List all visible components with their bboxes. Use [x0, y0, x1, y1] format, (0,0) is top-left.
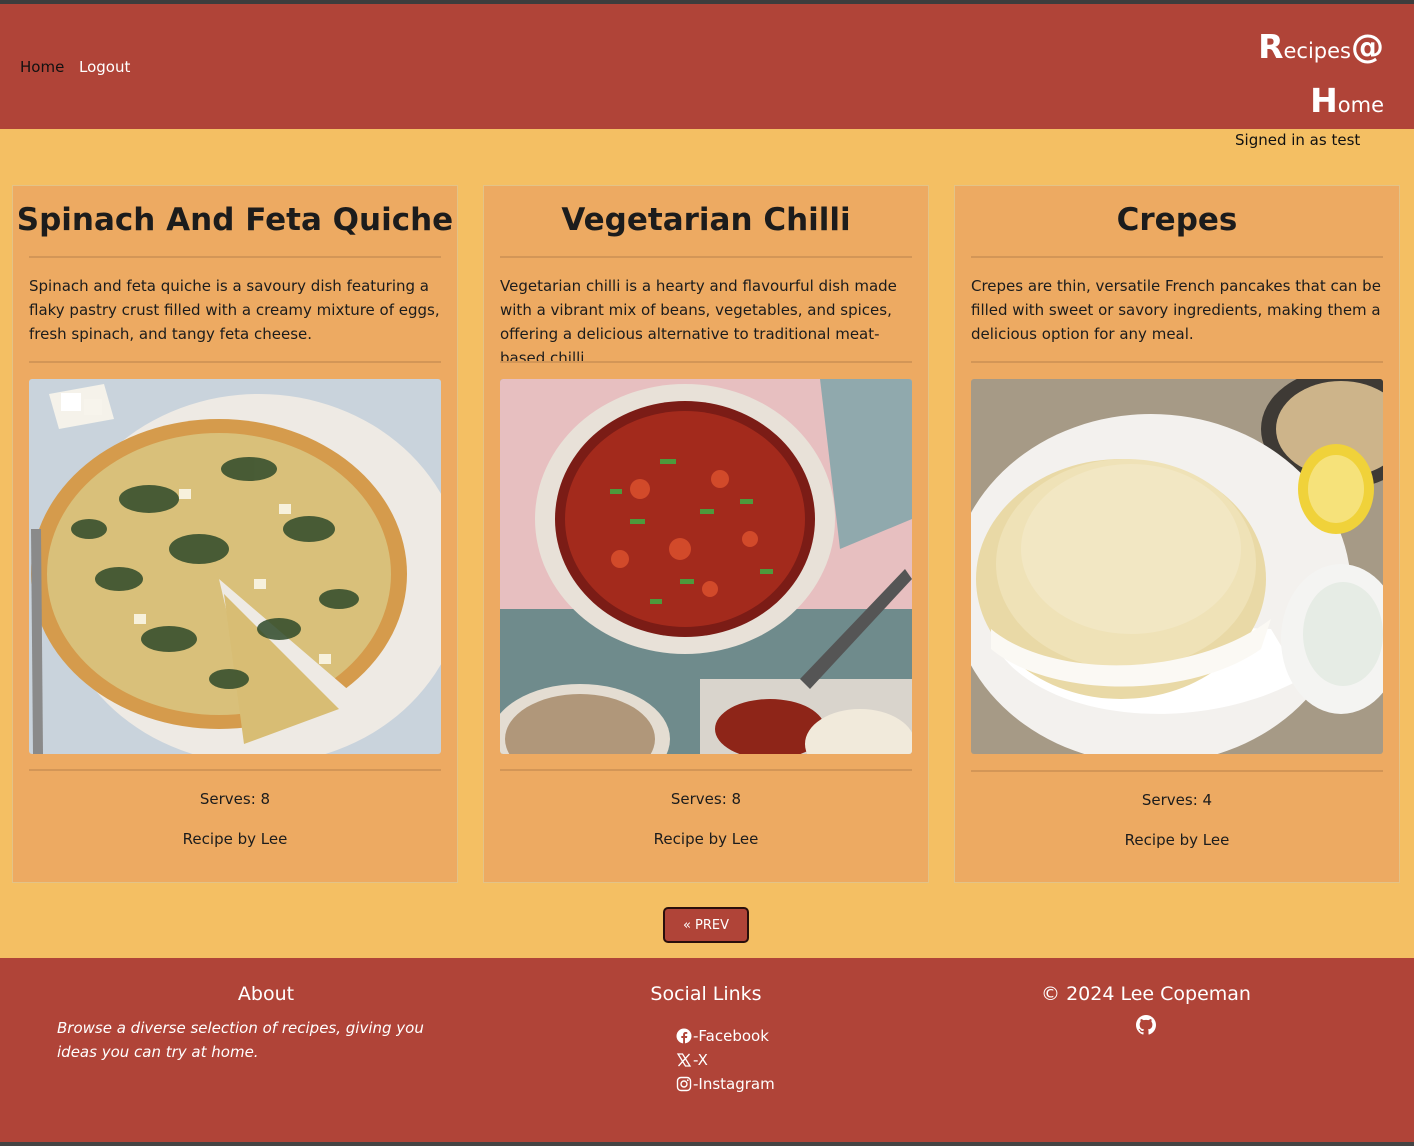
facebook-link[interactable]: -Facebook	[676, 1027, 769, 1045]
divider	[29, 256, 441, 258]
divider	[971, 256, 1383, 258]
github-link[interactable]	[1136, 1015, 1156, 1039]
about-text: Browse a diverse selection of recipes, g…	[57, 1019, 424, 1061]
x-link[interactable]: -X	[676, 1051, 708, 1069]
recipe-title[interactable]: Crepes	[955, 202, 1399, 238]
nav-home-link[interactable]: Home	[20, 58, 64, 76]
nav-logout-link[interactable]: Logout	[79, 58, 130, 76]
facebook-icon	[676, 1028, 692, 1044]
recipe-card[interactable]: Vegetarian Chilli Vegetarian chilli is a…	[483, 185, 929, 883]
x-label: -X	[693, 1051, 708, 1069]
x-icon	[676, 1053, 692, 1067]
divider	[500, 769, 912, 771]
about-heading: About	[237, 983, 295, 1005]
facebook-label: -Facebook	[693, 1027, 769, 1045]
divider	[971, 361, 1383, 363]
site-logo[interactable]: Recipes@ Home	[1254, 22, 1384, 130]
recipe-description: Vegetarian chilli is a hearty and flavou…	[500, 277, 897, 367]
recipe-card[interactable]: Spinach And Feta Quiche Spinach and feta…	[12, 185, 458, 883]
signed-in-status: Signed in as test	[1235, 131, 1361, 149]
chilli-photo[interactable]	[500, 379, 912, 754]
recipe-author: Recipe by Lee	[182, 830, 288, 848]
recipe-description: Spinach and feta quiche is a savoury dis…	[29, 277, 440, 343]
recipe-title[interactable]: Spinach And Feta Quiche	[13, 202, 457, 238]
copyright: © 2024 Lee Copeman	[1041, 983, 1251, 1005]
divider	[971, 770, 1383, 772]
social-heading: Social Links	[650, 983, 762, 1005]
recipe-card[interactable]: Crepes Crepes are thin, versatile French…	[954, 185, 1400, 883]
instagram-link[interactable]: -Instagram	[676, 1075, 775, 1093]
recipe-description: Crepes are thin, versatile French pancak…	[971, 277, 1381, 343]
site-header: Home Logout Recipes@ Home	[0, 4, 1414, 129]
divider	[29, 361, 441, 363]
quiche-photo[interactable]	[29, 379, 441, 754]
divider	[29, 769, 441, 771]
recipe-author: Recipe by Lee	[1124, 831, 1230, 849]
instagram-icon	[676, 1076, 692, 1092]
divider	[500, 256, 912, 258]
instagram-label: -Instagram	[693, 1075, 775, 1093]
prev-page-button[interactable]: « PREV	[663, 907, 749, 943]
recipe-author: Recipe by Lee	[653, 830, 759, 848]
site-footer: About Browse a diverse selection of reci…	[0, 958, 1414, 1146]
window-bottom-border	[0, 1142, 1414, 1146]
recipe-serves: Serves: 4	[1141, 791, 1213, 809]
divider	[500, 361, 912, 363]
recipe-title[interactable]: Vegetarian Chilli	[484, 202, 928, 238]
github-icon	[1136, 1015, 1156, 1035]
crepes-photo[interactable]	[971, 379, 1383, 754]
recipe-serves: Serves: 8	[670, 790, 742, 808]
recipe-serves: Serves: 8	[199, 790, 271, 808]
